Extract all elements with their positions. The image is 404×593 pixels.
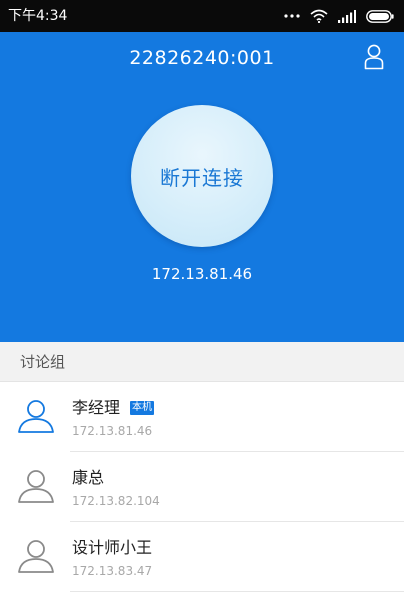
member-ip: 172.13.82.104 [72, 494, 160, 508]
section-title: 讨论组 [20, 353, 66, 371]
user-icon[interactable] [364, 44, 384, 70]
member-name-row: 康总 [72, 468, 104, 488]
member-name-row: 设计师小王 [72, 538, 152, 558]
status-time: 下午4:34 [8, 8, 68, 24]
list-item[interactable]: 李经理 本机 172.13.81.46 [0, 382, 404, 452]
disconnect-button[interactable]: 断开连接 [131, 105, 273, 247]
list-item[interactable]: 康总 172.13.82.104 [0, 452, 404, 522]
status-bar: 下午4:34 [0, 0, 404, 32]
person-avatar-icon [18, 400, 54, 433]
person-avatar-icon [18, 470, 54, 503]
signal-icon [338, 9, 356, 23]
member-ip: 172.13.83.47 [72, 564, 153, 578]
member-name: 康总 [72, 468, 105, 487]
member-name: 李经理 [72, 398, 121, 417]
meeting-id-title: 22826240:001 [129, 47, 275, 69]
person-avatar-icon [18, 540, 54, 573]
list-divider [70, 591, 404, 592]
list-item[interactable]: 设计师小王 172.13.83.47 [0, 522, 404, 592]
battery-icon [366, 9, 394, 23]
local-ip-label: 172.13.81.46 [151, 265, 253, 283]
self-badge: 本机 [130, 401, 155, 415]
member-ip: 172.13.81.46 [72, 424, 153, 438]
member-name-row: 李经理 本机 [72, 398, 155, 418]
member-name: 设计师小王 [72, 538, 153, 557]
connection-header: 22826240:001 断开连接 172.13.81.46 [0, 32, 404, 342]
wifi-icon [310, 9, 328, 23]
app-screen: 下午4:34 22826240:001 断开连接 172.13.81.46 讨论… [0, 0, 404, 593]
more-dots-icon [284, 14, 300, 18]
member-list: 李经理 本机 172.13.81.46 康总 172.13.82.104 设计师… [0, 382, 404, 592]
discussion-group-header: 讨论组 [0, 342, 404, 382]
status-icons [284, 8, 394, 24]
